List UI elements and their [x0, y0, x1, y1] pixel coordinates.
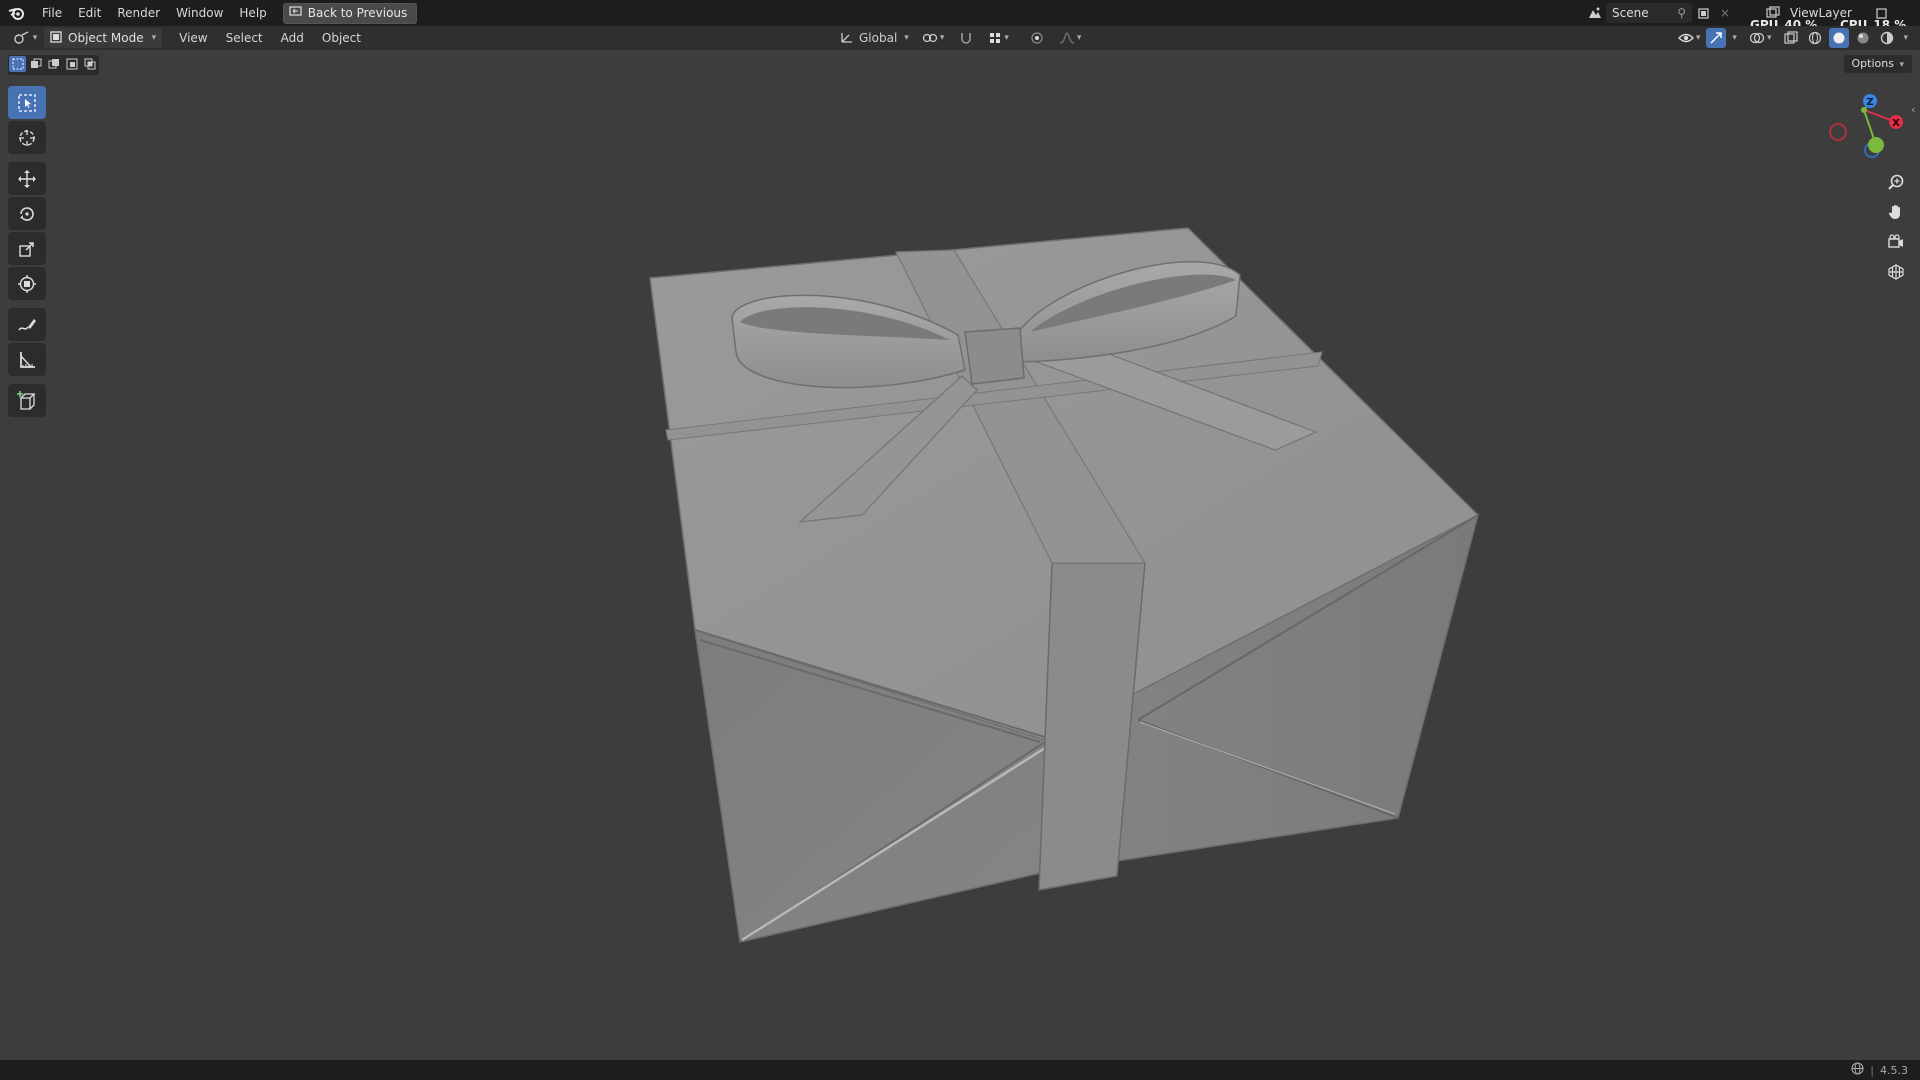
- close-scene-icon[interactable]: ×: [1714, 3, 1736, 23]
- pin-icon[interactable]: ⚲: [1677, 6, 1686, 20]
- gift-box-mesh[interactable]: [649, 227, 1480, 943]
- network-icon: [1851, 1062, 1864, 1078]
- solid-shading-icon[interactable]: [1829, 28, 1850, 48]
- menu-help[interactable]: Help: [231, 0, 274, 26]
- svg-text:Z: Z: [1866, 97, 1873, 108]
- menu-file[interactable]: File: [34, 0, 70, 26]
- grid-icon[interactable]: [1882, 258, 1910, 286]
- top-menu-bar: File Edit Render Window Help Back to Pre…: [0, 0, 1920, 32]
- scene-selector: Scene ⚲ ×: [1584, 2, 1736, 24]
- menu-view[interactable]: View: [170, 26, 216, 50]
- menu-window[interactable]: Window: [168, 0, 231, 26]
- shading-options-chevron[interactable]: ▾: [1903, 33, 1908, 43]
- back-to-previous-label: Back to Previous: [307, 6, 408, 20]
- mode-label: Object Mode: [68, 31, 144, 45]
- scene-name-field[interactable]: Scene ⚲: [1606, 3, 1692, 23]
- snap-target-icon[interactable]: ▾: [985, 28, 1012, 48]
- svg-text:X: X: [1892, 118, 1900, 129]
- back-to-previous-button[interactable]: Back to Previous: [282, 2, 418, 24]
- xray-icon[interactable]: [1781, 28, 1801, 48]
- proportional-edit-icon[interactable]: [1024, 28, 1050, 48]
- status-bar: | 4.5.3: [0, 1060, 1920, 1080]
- menu-object[interactable]: Object: [313, 26, 370, 50]
- transform-orientation-dropdown[interactable]: Global ▾: [836, 28, 913, 48]
- gizmo-neg-x-handle: [1829, 123, 1847, 141]
- orientation-icon: [840, 30, 854, 47]
- blender-logo-icon[interactable]: [0, 0, 34, 26]
- visibility-icon[interactable]: ▾: [1676, 28, 1703, 48]
- hand-icon[interactable]: [1882, 198, 1910, 226]
- snap-icon[interactable]: [953, 28, 979, 48]
- new-scene-icon[interactable]: [1692, 3, 1714, 23]
- version-label: 4.5.3: [1880, 1063, 1908, 1077]
- falloff-icon[interactable]: ▾: [1056, 28, 1085, 48]
- menu-render[interactable]: Render: [109, 0, 168, 26]
- zoom-icon[interactable]: [1882, 168, 1910, 196]
- bow-knot: [964, 327, 1025, 385]
- overlay-icon[interactable]: ▾: [1747, 28, 1774, 48]
- transform-tools: Global ▾ ▾ ▾ ▾: [836, 26, 1084, 50]
- scene-name: Scene: [1612, 6, 1649, 20]
- viewport-header: ▾ Object Mode ▾ View Select Add Object G…: [0, 26, 1920, 50]
- editor-type-icon[interactable]: ▾: [10, 28, 40, 48]
- screen-icon: [289, 6, 302, 20]
- gizmo-y-handle: [1868, 137, 1884, 153]
- navigation-gizmo[interactable]: X Z: [1810, 88, 1910, 168]
- object-mode-icon: [50, 30, 62, 46]
- orientation-label: Global: [859, 31, 898, 45]
- menu-edit[interactable]: Edit: [70, 0, 109, 26]
- gizmo-toggle-icon[interactable]: [1706, 28, 1727, 48]
- menu-select[interactable]: Select: [217, 26, 272, 50]
- menu-add[interactable]: Add: [272, 26, 313, 50]
- viewport-display-tools: ▾ ▾ ▾ ▾: [1676, 26, 1908, 50]
- scene-icon[interactable]: [1584, 3, 1606, 23]
- mode-dropdown[interactable]: Object Mode ▾: [44, 28, 163, 48]
- rendered-shading-icon[interactable]: [1877, 28, 1897, 48]
- camera-icon[interactable]: [1882, 228, 1910, 256]
- sidebar-toggle-icon[interactable]: ‹: [1911, 103, 1915, 116]
- pivot-point-icon[interactable]: ▾: [919, 28, 948, 48]
- chevron-down-icon: ▾: [151, 33, 157, 43]
- viewport-3d[interactable]: [0, 50, 1920, 1060]
- wireframe-shading-icon[interactable]: [1805, 28, 1825, 48]
- material-shading-icon[interactable]: [1853, 28, 1873, 48]
